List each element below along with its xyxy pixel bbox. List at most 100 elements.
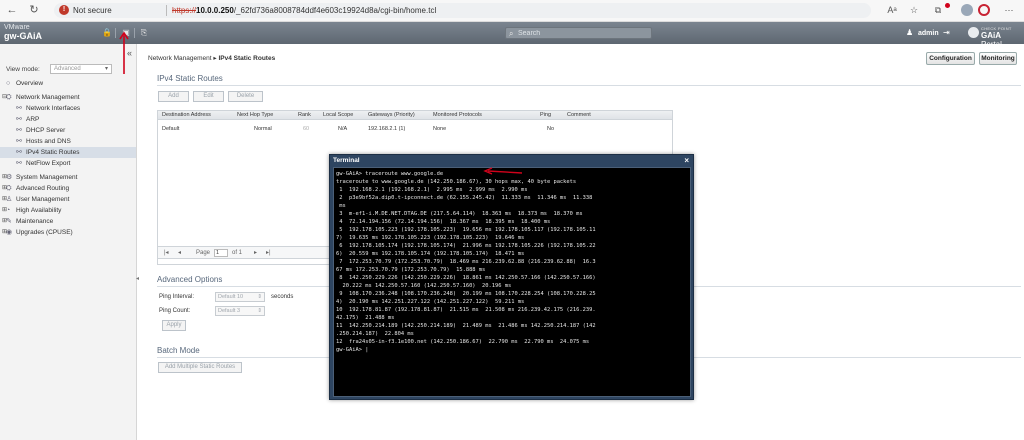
last-page-icon[interactable]: ▸| bbox=[266, 249, 271, 257]
sidebar-item-network-interfaces[interactable]: ⚯ Network Interfaces bbox=[0, 103, 136, 114]
ping-interval-label: Ping Interval: bbox=[159, 294, 195, 300]
warning-icon[interactable]: ! bbox=[59, 5, 69, 15]
cell-destination: Default bbox=[162, 126, 180, 132]
column-header[interactable]: Gateways (Priority) bbox=[368, 112, 415, 119]
security-status[interactable]: Not secure bbox=[73, 5, 112, 16]
column-header[interactable]: Ping bbox=[540, 112, 551, 119]
sidebar-item-label: System Management bbox=[16, 174, 78, 181]
terminal-line: 3 m-ef1-i.M.DE.NET.DTAG.DE (217.5.64.114… bbox=[336, 211, 583, 217]
terminal-line: 12 fra24s05-in-f3.1e100.net (142.250.186… bbox=[336, 339, 590, 345]
terminal-line: traceroute to www.google.de (142.250.186… bbox=[336, 179, 577, 185]
section-title: IPv4 Static Routes bbox=[157, 74, 223, 83]
sidebar-item-label: Network Interfaces bbox=[26, 105, 81, 112]
nav-item-icon: ⚯ bbox=[16, 138, 22, 145]
sidebar-item-netflow-export[interactable]: ⚯ NetFlow Export bbox=[0, 158, 136, 169]
page-number-input[interactable]: 1 bbox=[214, 249, 228, 257]
address-bar[interactable]: ! Not secure https://10.0.0.250/_62fd736… bbox=[54, 3, 871, 18]
column-header[interactable]: Rank bbox=[298, 112, 311, 119]
nav-item-icon: ○ bbox=[6, 80, 11, 87]
previous-page-icon[interactable]: ◂ bbox=[178, 249, 181, 257]
sidebar-item-maintenance[interactable]: ⊞ ✎ Maintenance bbox=[0, 216, 136, 227]
back-icon[interactable]: ← bbox=[5, 3, 19, 17]
terminal-output[interactable]: gw-GAiA> traceroute www.google.de tracero… bbox=[336, 170, 690, 354]
extension-icon[interactable] bbox=[978, 4, 990, 16]
sidebar-item-arp[interactable]: ⚯ ARP bbox=[0, 114, 136, 125]
logout-icon[interactable]: ⇥ bbox=[943, 28, 950, 38]
read-aloud-icon[interactable]: Aᵃ bbox=[886, 4, 898, 16]
sidebar-item-hosts-and-dns[interactable]: ⚯ Hosts and DNS bbox=[0, 136, 136, 147]
breadcrumb-current: IPv4 Static Routes bbox=[218, 55, 276, 62]
terminal-line: 10 192.178.81.87 (192.178.81.87) 21.515 … bbox=[336, 307, 596, 313]
ping-count-input[interactable]: Default 3 ⇕ bbox=[215, 306, 265, 316]
terminal-window[interactable]: Terminal × gw-GAiA> traceroute www.googl… bbox=[329, 154, 694, 400]
collections-icon[interactable]: ⧉ bbox=[932, 4, 944, 16]
terminal-line: 7 172.253.70.79 (172.253.70.79) 18.469 m… bbox=[336, 259, 596, 265]
terminal-line: 11 142.250.214.189 (142.250.214.189) 21.… bbox=[336, 323, 596, 329]
next-page-icon[interactable]: ▸ bbox=[254, 249, 257, 257]
url-text[interactable]: https://10.0.0.250/_62fd736a8008784ddf4e… bbox=[172, 5, 436, 16]
search-icon: ⌕ bbox=[509, 29, 514, 38]
terminal-console[interactable]: gw-GAiA> traceroute www.google.de tracero… bbox=[333, 167, 691, 397]
add-button[interactable]: Add bbox=[158, 91, 189, 102]
edit-button[interactable]: Edit bbox=[193, 91, 224, 102]
nav-item-icon: ⚙ bbox=[6, 174, 13, 181]
nav-item-icon: ♙ bbox=[6, 196, 13, 203]
sidebar-item-advanced-routing[interactable]: ⊞ ⛭ Advanced Routing bbox=[0, 183, 136, 194]
sidebar-item-high-availability[interactable]: ⊞ ◔ High Availability bbox=[0, 205, 136, 216]
notification-dot bbox=[945, 3, 950, 8]
monitoring-button[interactable]: Monitoring bbox=[979, 52, 1017, 65]
host-name: gw-GAiA bbox=[4, 31, 42, 41]
column-header[interactable]: Next Hop Type bbox=[237, 112, 273, 119]
delete-button[interactable]: Delete bbox=[228, 91, 263, 102]
sidebar-item-label: Overview bbox=[16, 80, 44, 87]
add-multiple-routes-button[interactable]: Add Multiple Static Routes bbox=[158, 362, 242, 373]
search-input[interactable] bbox=[518, 28, 648, 38]
column-header[interactable]: Comment bbox=[567, 112, 591, 119]
ping-interval-input[interactable]: Default 10 ⇕ bbox=[215, 292, 265, 302]
terminal-line: 8 142.250.229.226 (142.250.229.226) 18.8… bbox=[336, 275, 596, 281]
spin-icon[interactable]: ⇕ bbox=[257, 293, 262, 301]
nav-item-icon: ⛭ bbox=[6, 185, 12, 192]
sidebar-item-label: Hosts and DNS bbox=[26, 138, 71, 145]
configuration-button[interactable]: Configuration bbox=[926, 52, 975, 65]
sidebar-item-dhcp-server[interactable]: ⚯ DHCP Server bbox=[0, 125, 136, 136]
first-page-icon[interactable]: |◂ bbox=[164, 249, 169, 257]
sidebar-item-user-management[interactable]: ⊞ ♙ User Management bbox=[0, 194, 136, 205]
sidebar-item-network-management[interactable]: ⊟ ⛭ Network Management bbox=[0, 92, 136, 103]
nav-item-icon: ⚯ bbox=[16, 160, 22, 167]
check-point-logo-icon bbox=[968, 27, 979, 38]
column-header[interactable]: Monitored Protocols bbox=[433, 112, 482, 119]
splitter-handle-icon[interactable]: ◂ bbox=[136, 275, 139, 282]
advanced-options-title: Advanced Options bbox=[157, 275, 223, 284]
sidebar-item-upgrades-cpuse[interactable]: ⊞ ◉ Upgrades (CPUSE) bbox=[0, 227, 136, 238]
user-name[interactable]: admin bbox=[918, 29, 939, 38]
terminal-line: 67 ms 172.253.70.79 (172.253.70.79) 15.8… bbox=[336, 267, 486, 273]
batch-mode-title: Batch Mode bbox=[157, 346, 200, 355]
apply-button[interactable]: Apply bbox=[162, 320, 186, 331]
cell-gateways: 192.168.2.1 (1) bbox=[368, 126, 406, 132]
favorite-icon[interactable]: ☆ bbox=[908, 4, 920, 16]
refresh-icon[interactable]: ↻ bbox=[27, 3, 41, 17]
sidebar-item-system-management[interactable]: ⊞ ⚙ System Management bbox=[0, 172, 136, 183]
sidebar-item-label: Upgrades (CPUSE) bbox=[16, 229, 73, 236]
search-box[interactable]: ⌕ bbox=[505, 27, 652, 39]
ping-count-label: Ping Count: bbox=[159, 308, 191, 314]
address-divider bbox=[166, 5, 167, 16]
view-mode-value: Advanced bbox=[54, 66, 81, 72]
column-header[interactable]: Local Scope bbox=[323, 112, 353, 119]
breadcrumb-parent[interactable]: Network Management bbox=[148, 55, 212, 62]
sidebar-item-overview[interactable]: ○ Overview bbox=[0, 78, 136, 89]
settings-menu-icon[interactable]: ⋯ bbox=[1003, 4, 1015, 16]
table-header: Destination Address Next Hop Type Rank L… bbox=[158, 111, 672, 120]
column-header[interactable]: Destination Address bbox=[162, 112, 211, 119]
sidebar-item-label: ARP bbox=[26, 116, 40, 123]
logo-main: GAiA bbox=[981, 31, 1001, 40]
close-icon[interactable]: × bbox=[684, 156, 689, 165]
profile-avatar[interactable] bbox=[961, 4, 973, 16]
sidebar-item-ipv4-static-routes[interactable]: ⚯ IPv4 Static Routes bbox=[0, 147, 136, 158]
logo-text: GAiA Portal bbox=[981, 31, 1024, 49]
sidebar-item-label: IPv4 Static Routes bbox=[26, 149, 80, 156]
spin-icon[interactable]: ⇕ bbox=[257, 307, 262, 315]
nav-item-icon: ⚯ bbox=[16, 127, 22, 134]
terminal-line: 6 192.178.105.174 (192.178.105.174) 21.9… bbox=[336, 243, 596, 249]
